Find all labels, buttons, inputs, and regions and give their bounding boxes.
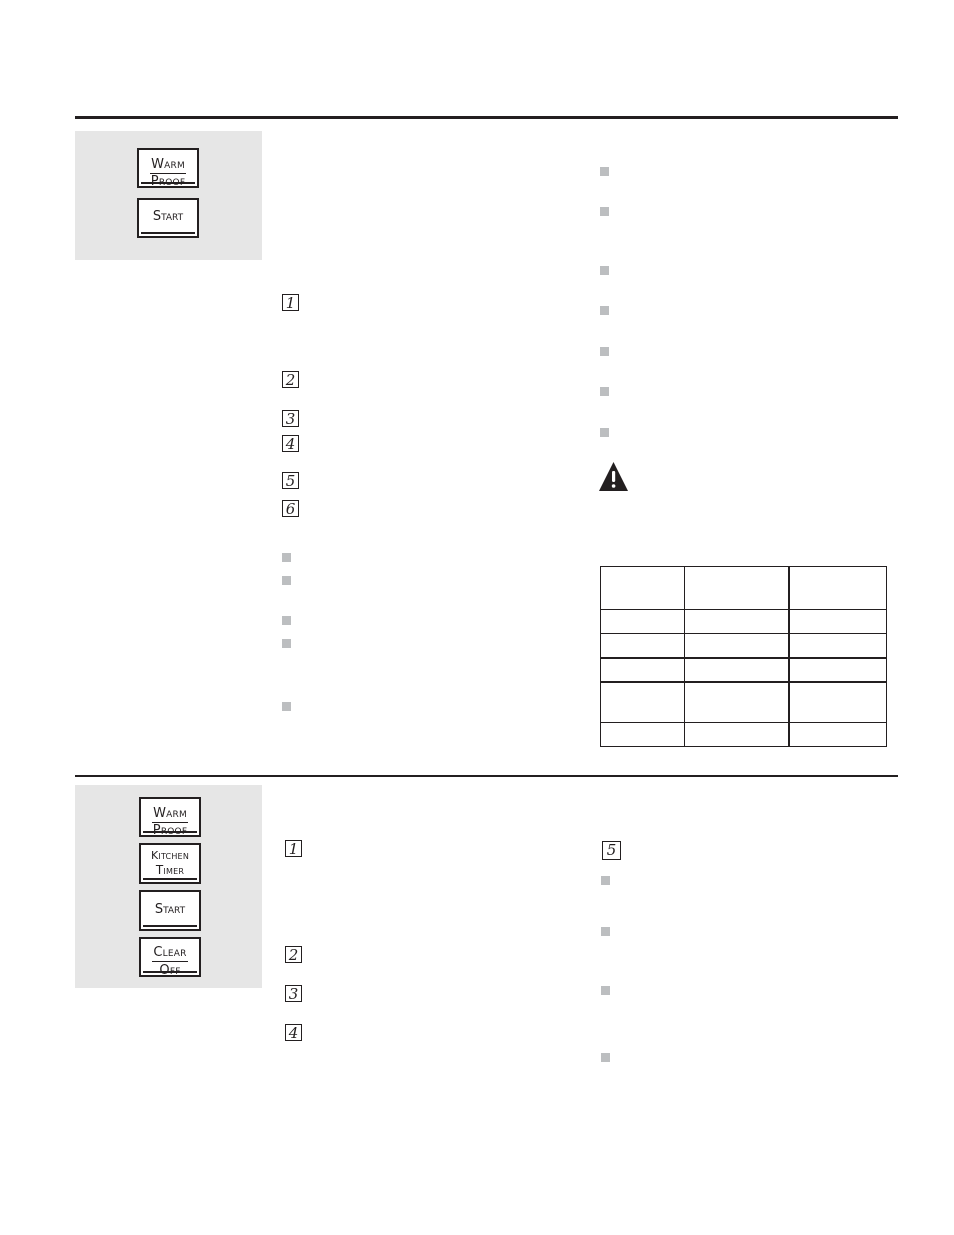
bullet-icon bbox=[600, 387, 609, 396]
bullet-icon bbox=[601, 986, 610, 995]
bullet-icon bbox=[600, 266, 609, 275]
step-number: 6 bbox=[282, 500, 299, 517]
table-row bbox=[600, 656, 887, 682]
bullet-icon bbox=[282, 702, 291, 711]
bullet-icon bbox=[282, 639, 291, 648]
step-number: 5 bbox=[282, 472, 299, 489]
bullet-icon bbox=[600, 306, 609, 315]
warm-proof-key-line1: Warm bbox=[150, 157, 186, 174]
table-cell bbox=[788, 633, 887, 658]
warm-proof-key[interactable]: Warm Proof bbox=[137, 148, 199, 189]
bullet-icon bbox=[601, 876, 610, 885]
bullet-icon bbox=[600, 428, 609, 437]
step-number: 4 bbox=[282, 435, 299, 452]
table-cell bbox=[600, 722, 685, 747]
table-cell bbox=[600, 566, 685, 610]
bullet-icon bbox=[601, 927, 610, 936]
table-row bbox=[600, 680, 887, 723]
warm-proof-key[interactable]: Warm Proof bbox=[139, 797, 201, 838]
warm-proof-key-line2: Proof bbox=[150, 174, 186, 189]
table-cell bbox=[788, 566, 887, 610]
start-key[interactable]: Start bbox=[139, 890, 201, 931]
table-cell bbox=[600, 633, 685, 658]
bullet-icon bbox=[600, 207, 609, 216]
bullet-icon bbox=[282, 553, 291, 562]
clear-off-key[interactable]: Clear Off bbox=[139, 937, 201, 978]
table-cell bbox=[683, 722, 790, 747]
warm-proof-key-line2: Proof bbox=[152, 823, 188, 838]
step-number: 5 bbox=[602, 841, 621, 860]
start-key[interactable]: Start bbox=[137, 198, 199, 238]
table-row bbox=[600, 722, 887, 747]
step-number: 2 bbox=[285, 946, 302, 963]
data-table bbox=[600, 566, 887, 747]
step-number: 4 bbox=[285, 1024, 302, 1041]
table-cell bbox=[683, 566, 790, 610]
start-key-label: Start bbox=[152, 209, 184, 224]
table-cell bbox=[788, 609, 887, 634]
bullet-icon bbox=[601, 1053, 610, 1062]
step-number: 3 bbox=[282, 410, 299, 427]
step-number: 1 bbox=[285, 840, 302, 857]
table-cell bbox=[788, 680, 887, 723]
start-key-label: Start bbox=[154, 902, 186, 917]
kitchen-timer-key-line1: Kitchen bbox=[150, 849, 190, 862]
step-number: 2 bbox=[282, 371, 299, 388]
table-row bbox=[600, 633, 887, 658]
section-divider-top bbox=[75, 116, 898, 119]
table-cell bbox=[600, 680, 685, 723]
step-number: 3 bbox=[285, 985, 302, 1002]
bullet-icon bbox=[282, 576, 291, 585]
table-cell bbox=[683, 656, 790, 682]
kitchen-timer-key[interactable]: Kitchen Timer bbox=[139, 843, 201, 884]
bullet-icon bbox=[282, 616, 291, 625]
step-number: 1 bbox=[282, 294, 299, 311]
table-cell bbox=[788, 656, 887, 682]
table-cell bbox=[683, 633, 790, 658]
table-cell bbox=[600, 656, 685, 682]
clear-off-key-line2: Off bbox=[159, 963, 181, 978]
bullet-icon bbox=[600, 167, 609, 176]
table-cell bbox=[683, 609, 790, 634]
section-divider-bottom bbox=[75, 775, 898, 777]
table-cell bbox=[600, 609, 685, 634]
table-header-row bbox=[600, 566, 887, 610]
warning-triangle-icon bbox=[599, 462, 628, 491]
table-cell bbox=[683, 680, 790, 723]
table-cell bbox=[788, 722, 887, 747]
kitchen-timer-key-line2: Timer bbox=[155, 863, 185, 877]
clear-off-key-line1: Clear bbox=[152, 945, 188, 962]
table-row bbox=[600, 609, 887, 634]
warm-proof-key-line1: Warm bbox=[152, 806, 188, 823]
bullet-icon bbox=[600, 347, 609, 356]
